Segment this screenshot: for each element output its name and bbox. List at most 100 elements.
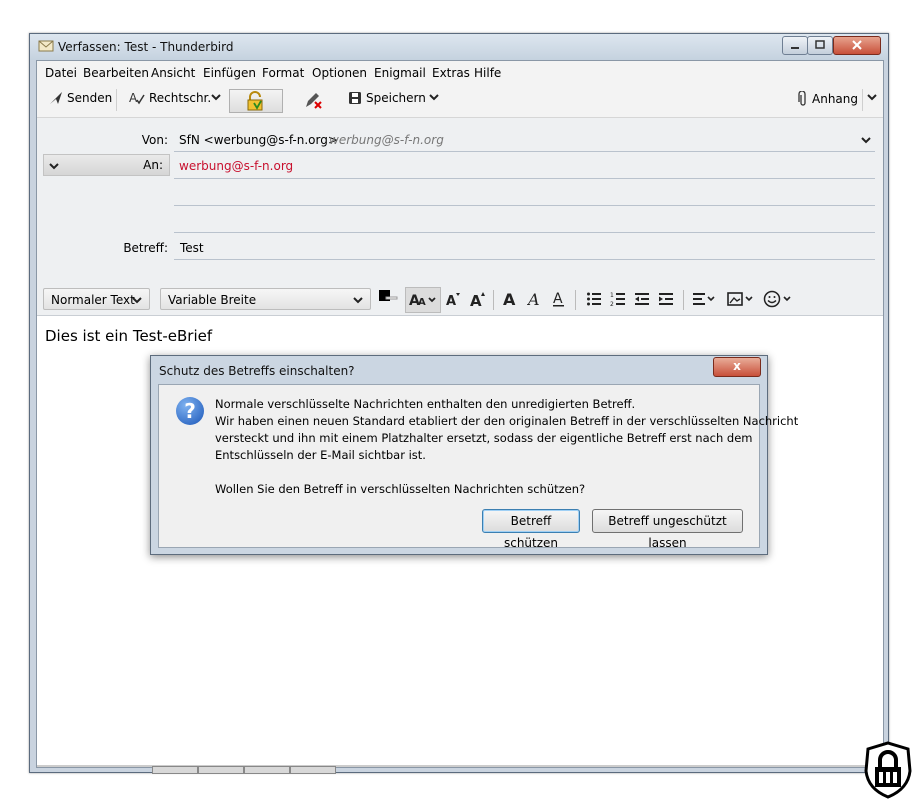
- dialog-content: ? Normale verschlüsselte Nachrichten ent…: [158, 384, 798, 550]
- underline-icon[interactable]: A: [551, 290, 567, 308]
- text-color-icon[interactable]: [378, 289, 398, 309]
- format-toolbar: Normaler Text Variable Breite A A A A A …: [37, 283, 883, 316]
- paragraph-style-select[interactable]: Normaler Text: [43, 288, 150, 310]
- dialog-message-line: versteckt und ihn mit einem Platzhalter …: [215, 431, 753, 445]
- save-label: Speichern: [366, 91, 426, 105]
- outdent-icon[interactable]: [634, 291, 650, 307]
- chevron-down-icon: [132, 297, 142, 304]
- svg-text:A: A: [418, 297, 426, 308]
- spellcheck-label: Rechtschr.: [149, 91, 212, 105]
- dialog-message-line: Normale verschlüsselte Nachrichten entha…: [215, 397, 636, 411]
- from-dropdown[interactable]: [860, 134, 872, 149]
- taskbar-tab: [244, 766, 290, 774]
- subject-underline: [174, 259, 875, 260]
- close-window-button[interactable]: [833, 36, 881, 55]
- chevron-down-icon: [861, 137, 871, 144]
- minimize-button[interactable]: [782, 36, 808, 55]
- enigmail-sign-button[interactable]: [303, 90, 323, 110]
- save-dropdown[interactable]: [428, 91, 440, 103]
- font-bigger-icon[interactable]: A: [469, 290, 487, 308]
- subject-label: Betreff:: [123, 241, 168, 255]
- menu-hilfe[interactable]: Hilfe: [474, 66, 501, 80]
- recipient-type-select[interactable]: An:: [43, 154, 170, 176]
- from-underline: [174, 151, 875, 152]
- chevron-down-icon: [353, 297, 363, 304]
- spellcheck-icon: A: [129, 91, 145, 105]
- from-hint: werbung@s-f-n.org: [329, 133, 444, 147]
- minimize-icon: [791, 47, 799, 49]
- window-title: Verfassen: Test - Thunderbird: [58, 40, 234, 54]
- menu-enigmail[interactable]: Enigmail: [374, 66, 426, 80]
- bold-icon[interactable]: A: [502, 290, 518, 308]
- dialog-message-line: Wir haben einen neuen Standard etabliert…: [215, 414, 799, 428]
- maximize-icon: [815, 40, 825, 49]
- chevron-down-icon: [49, 163, 59, 170]
- indent-icon[interactable]: [658, 291, 674, 307]
- chevron-down-icon: [211, 94, 221, 101]
- svg-text:A: A: [129, 91, 138, 105]
- svg-text:2: 2: [610, 301, 614, 307]
- title-bar[interactable]: Verfassen: Test - Thunderbird: [30, 34, 888, 60]
- protect-subject-button[interactable]: Betreff schützen: [482, 509, 580, 550]
- close-icon: [852, 40, 862, 50]
- svg-text:A: A: [470, 292, 482, 308]
- menu-optionen[interactable]: Optionen: [312, 66, 367, 80]
- shield-lock-icon: [864, 741, 912, 799]
- attach-label: Anhang: [812, 92, 858, 106]
- italic-icon[interactable]: A: [527, 290, 543, 308]
- insert-image-icon[interactable]: [727, 291, 757, 307]
- bullet-list-icon[interactable]: [586, 291, 602, 307]
- save-icon: [349, 92, 361, 104]
- pen-icon: [306, 93, 322, 109]
- subject-input[interactable]: Test: [180, 241, 204, 255]
- format-separator: [575, 290, 576, 310]
- menu-einfuegen[interactable]: Einfügen: [203, 66, 256, 80]
- toolbar: Senden A Rechtschr. Speichern Anhang: [37, 83, 883, 118]
- menu-bar: Datei Bearbeiten Ansicht Einfügen Format…: [37, 61, 883, 83]
- menu-ansicht[interactable]: Ansicht: [151, 66, 195, 80]
- recipient-field-2[interactable]: [174, 180, 875, 204]
- maximize-button[interactable]: [807, 36, 833, 55]
- toolbar-separator: [862, 89, 863, 111]
- from-label: Von:: [141, 133, 168, 147]
- to-value[interactable]: werbung@s-f-n.org: [179, 159, 293, 173]
- svg-text:A: A: [527, 290, 540, 308]
- numbered-list-icon[interactable]: 12: [610, 291, 626, 307]
- save-button[interactable]: Speichern: [348, 91, 426, 105]
- subject-protection-dialog: Schutz des Betreffs einschalten? x ? Nor…: [150, 355, 798, 555]
- font-select[interactable]: Variable Breite: [160, 288, 371, 310]
- dialog-close-button[interactable]: x: [713, 357, 761, 377]
- svg-text:A: A: [553, 291, 563, 307]
- message-body[interactable]: Dies ist ein Test-eBrief: [45, 327, 212, 345]
- send-button[interactable]: Senden: [49, 91, 112, 105]
- leave-unprotected-button[interactable]: Betreff ungeschützt lassen: [592, 509, 743, 550]
- align-icon[interactable]: [692, 291, 720, 307]
- taskbar-tab: [198, 766, 244, 774]
- envelope-icon: [38, 40, 54, 52]
- menu-format[interactable]: Format: [262, 66, 304, 80]
- spellcheck-button[interactable]: A Rechtschr.: [129, 91, 211, 105]
- menu-bearbeiten[interactable]: Bearbeiten: [83, 66, 149, 80]
- question-icon: ?: [176, 397, 204, 425]
- taskbar-tab: [152, 766, 198, 774]
- spellcheck-dropdown[interactable]: [210, 91, 222, 103]
- recipient-underline-2: [174, 205, 875, 206]
- lock-icon: [247, 91, 263, 111]
- menu-datei[interactable]: Datei: [45, 66, 77, 80]
- svg-text:A: A: [503, 290, 516, 308]
- menu-extras[interactable]: Extras: [432, 66, 470, 80]
- enigmail-encrypt-button[interactable]: [229, 89, 283, 113]
- attach-button[interactable]: Anhang: [798, 91, 858, 107]
- attach-dropdown[interactable]: [866, 91, 878, 103]
- emoji-icon[interactable]: [763, 290, 797, 308]
- to-underline: [174, 178, 875, 179]
- font-smaller-icon[interactable]: A: [445, 290, 461, 308]
- font-size-button[interactable]: A A: [405, 287, 441, 313]
- format-separator: [683, 290, 684, 310]
- dialog-message-line: Entschlüsseln der E-Mail sichtbar ist.: [215, 448, 426, 462]
- format-separator: [493, 290, 494, 310]
- recipient-field-3[interactable]: [174, 207, 875, 231]
- chevron-down-icon: [429, 94, 439, 101]
- font-size-icon: A A: [409, 293, 436, 309]
- from-value[interactable]: SfN <werbung@s-f-n.org>: [179, 133, 338, 147]
